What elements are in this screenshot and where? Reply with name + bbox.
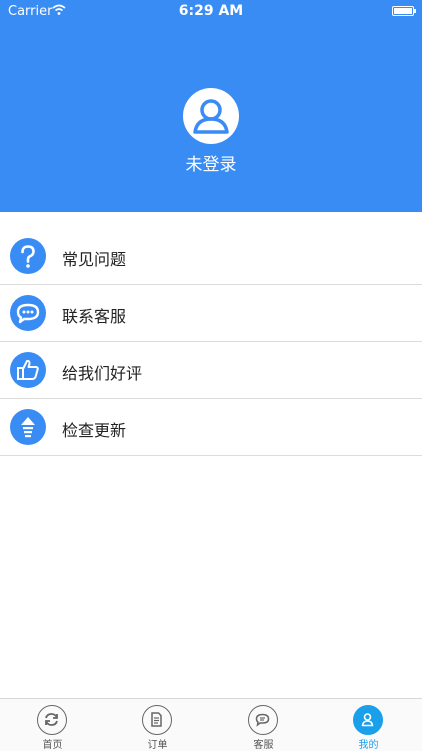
message-icon [248, 705, 278, 735]
profile-header: Carrier 6:29 AM 未登录 [0, 0, 422, 212]
menu-label-update: 检查更新 [62, 421, 127, 440]
tab-label-orders: 订单 [147, 740, 168, 751]
menu-item-faq[interactable]: 常见问题 [0, 228, 422, 285]
login-status-label[interactable]: 未登录 [0, 150, 422, 175]
chat-icon [10, 295, 46, 331]
tab-label-mine: 我的 [358, 740, 379, 751]
tab-mine[interactable]: 我的 [316, 699, 421, 751]
question-icon [10, 238, 46, 274]
avatar[interactable] [183, 88, 239, 144]
status-time: 6:29 AM [178, 3, 244, 19]
tab-label-home: 首页 [42, 740, 63, 751]
menu-item-contact[interactable]: 联系客服 [0, 285, 422, 342]
update-icon [10, 409, 46, 445]
user-icon [353, 705, 383, 735]
refresh-icon [37, 705, 67, 735]
document-icon [142, 705, 172, 735]
status-bar: Carrier 6:29 AM [0, 0, 422, 22]
battery-icon [392, 6, 416, 16]
menu-label-faq: 常见问题 [62, 250, 127, 269]
menu-label-rate: 给我们好评 [62, 364, 143, 383]
user-avatar-icon [193, 99, 229, 134]
tab-service[interactable]: 客服 [211, 699, 316, 751]
menu-list: 常见问题 联系客服 给我们好评 检查更新 [0, 228, 422, 456]
menu-item-update[interactable]: 检查更新 [0, 399, 422, 456]
tab-label-service: 客服 [253, 740, 274, 751]
tab-orders[interactable]: 订单 [105, 699, 210, 751]
tab-bar: 首页 订单 客服 我的 [0, 698, 422, 751]
tab-home[interactable]: 首页 [0, 699, 105, 751]
thumbs-up-icon [10, 352, 46, 388]
menu-item-rate[interactable]: 给我们好评 [0, 342, 422, 399]
menu-label-contact: 联系客服 [62, 307, 127, 326]
